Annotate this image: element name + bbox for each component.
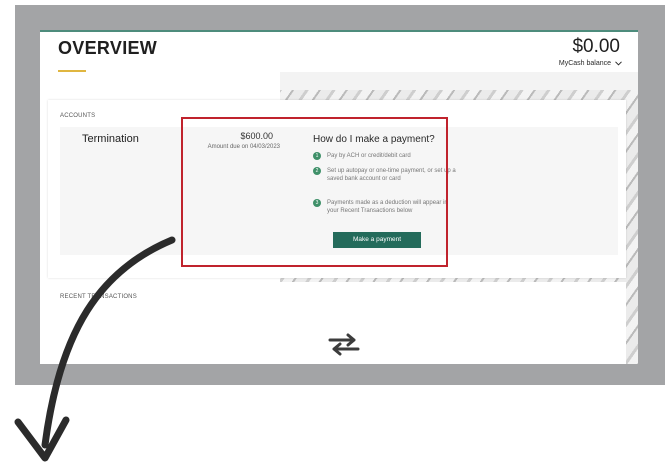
balance-amount: $0.00 [572, 36, 620, 57]
header-fade [40, 72, 280, 102]
chevron-down-icon [615, 61, 622, 66]
balance-dropdown[interactable]: MyCash balance [559, 60, 622, 67]
page-title: OVERVIEW [58, 38, 158, 58]
account-name: Termination [82, 133, 139, 145]
screenshot-stage: OVERVIEW $0.00 MyCash balance ACCOUNTS T… [0, 0, 670, 472]
accounts-section-label: ACCOUNTS [60, 113, 96, 119]
photo-top-strip [280, 72, 638, 90]
title-underline [58, 70, 86, 72]
curved-arrow-icon [14, 236, 176, 462]
transfer-arrows-icon [328, 333, 360, 356]
header-bar: OVERVIEW $0.00 MyCash balance [40, 30, 638, 72]
payment-highlight-box [181, 117, 448, 267]
balance-link-label: MyCash balance [558, 60, 612, 67]
